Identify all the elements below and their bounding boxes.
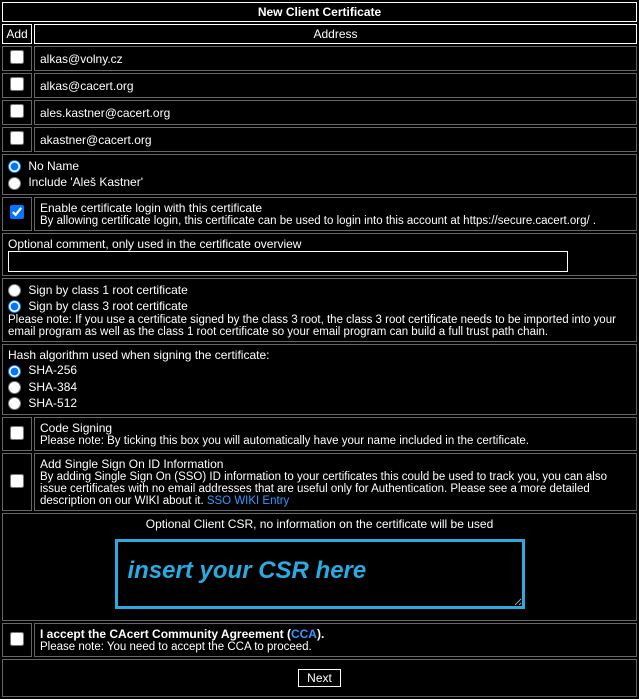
name-option-none[interactable]: No Name bbox=[8, 158, 631, 174]
next-button[interactable]: Next bbox=[298, 669, 341, 687]
email-checkbox-2[interactable] bbox=[10, 104, 24, 118]
email-checkbox-3[interactable] bbox=[10, 131, 24, 145]
root-class1[interactable]: Sign by class 1 root certificate bbox=[8, 282, 631, 298]
email-address-3: akastner@cacert.org bbox=[34, 127, 637, 152]
csr-label: Optional Client CSR, no information on t… bbox=[8, 517, 631, 531]
email-checkbox-1[interactable] bbox=[10, 77, 24, 91]
name-option-include[interactable]: Include 'Aleš Kastner' bbox=[8, 174, 631, 190]
email-address-2: ales.kastner@cacert.org bbox=[34, 100, 637, 125]
email-address-0: alkas@volny.cz bbox=[34, 46, 637, 71]
email-address-1: alkas@cacert.org bbox=[34, 73, 637, 98]
root-note: Please note: If you use a certificate si… bbox=[8, 314, 631, 338]
col-add: Add bbox=[2, 24, 32, 44]
hash-sha384[interactable]: SHA-384 bbox=[8, 379, 631, 395]
cca-link[interactable]: CCA bbox=[291, 627, 317, 641]
hash-sha256[interactable]: SHA-256 bbox=[8, 362, 631, 378]
sso-checkbox[interactable] bbox=[10, 474, 24, 488]
code-signing-cell: Code Signing Please note: By ticking thi… bbox=[34, 417, 637, 451]
comment-label: Optional comment, only used in the certi… bbox=[8, 237, 631, 251]
hash-sha512[interactable]: SHA-512 bbox=[8, 395, 631, 411]
comment-input[interactable] bbox=[8, 251, 568, 272]
email-checkbox-0[interactable] bbox=[10, 50, 24, 64]
enable-login-cell: Enable certificate login with this certi… bbox=[34, 197, 637, 231]
enable-login-checkbox[interactable] bbox=[10, 205, 24, 219]
sso-cell: Add Single Sign On ID Information By add… bbox=[34, 453, 637, 511]
col-address: Address bbox=[34, 24, 637, 44]
code-signing-checkbox[interactable] bbox=[10, 426, 24, 440]
cca-cell: I accept the CAcert Community Agreement … bbox=[34, 623, 637, 657]
root-class3[interactable]: Sign by class 3 root certificate bbox=[8, 298, 631, 314]
sso-wiki-link[interactable]: SSO WIKI Entry bbox=[207, 495, 289, 507]
page-title: New Client Certificate bbox=[2, 2, 637, 22]
hash-label: Hash algorithm used when signing the cer… bbox=[8, 348, 631, 362]
cca-checkbox[interactable] bbox=[10, 632, 24, 646]
